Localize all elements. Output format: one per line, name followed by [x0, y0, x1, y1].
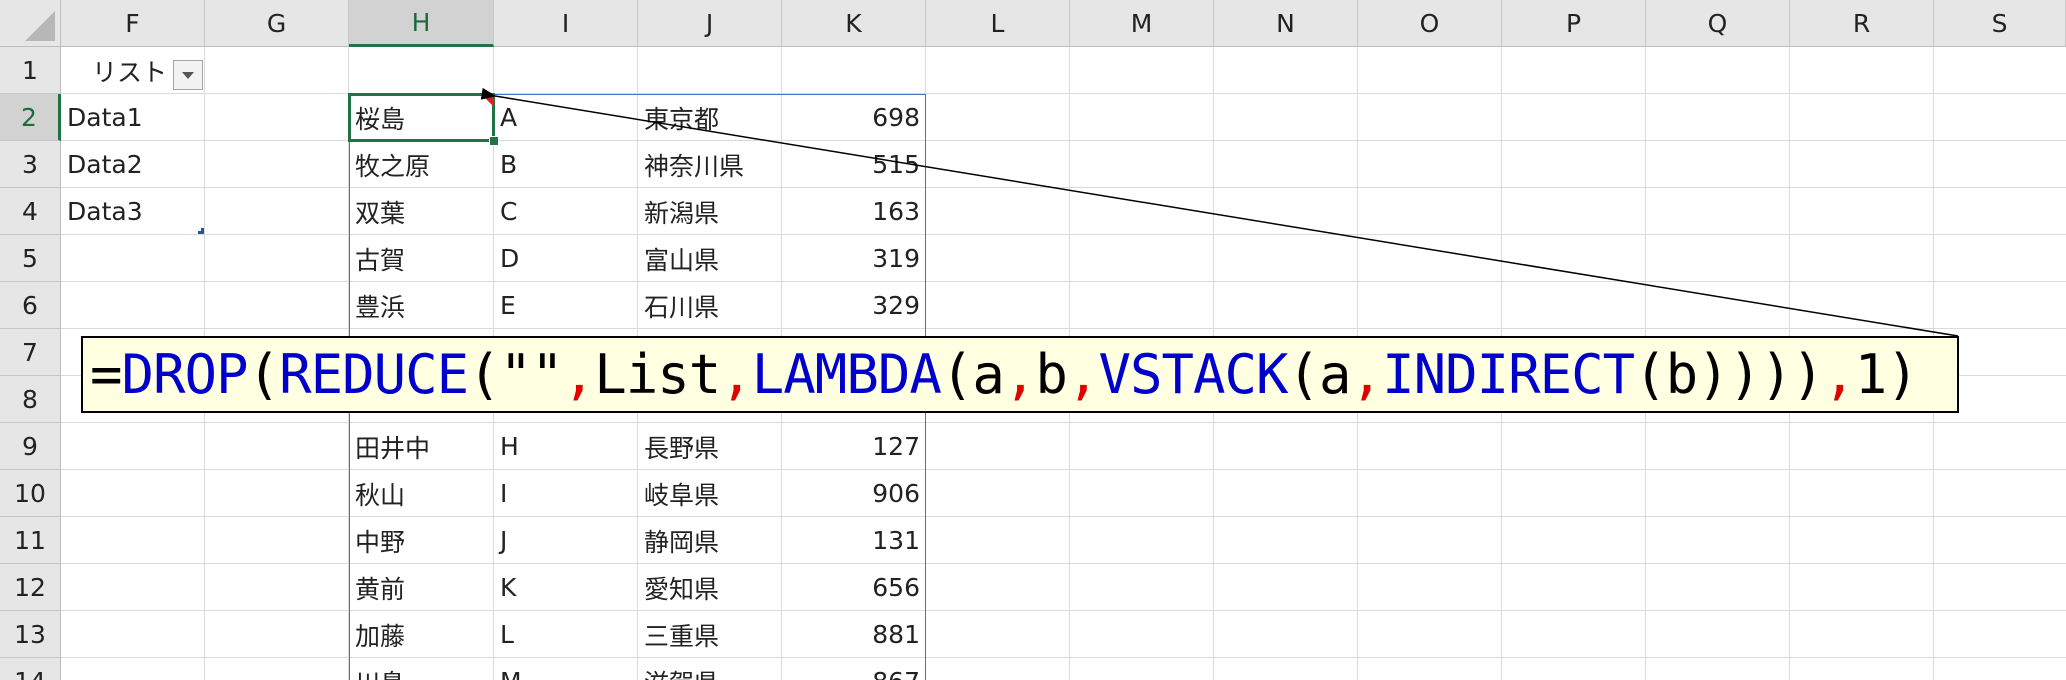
formula-token: ("" — [468, 343, 564, 406]
formula-comment-box[interactable]: =DROP(REDUCE("",List,LAMBDA(a,b,VSTACK(a… — [81, 336, 1959, 413]
formula-token: , — [1003, 343, 1037, 406]
formula-token: , — [562, 343, 596, 406]
formula-token: VSTACK — [1098, 343, 1288, 406]
formula-token: 1) — [1854, 343, 1919, 406]
formula-token: = — [90, 343, 123, 406]
formula-token: (b)))) — [1634, 343, 1824, 406]
formula-token: DROP — [121, 343, 249, 406]
formula-token: ( — [247, 343, 281, 406]
formula-token: , — [720, 343, 753, 406]
formula-text: =DROP(REDUCE("",List,LAMBDA(a,b,VSTACK(a… — [90, 343, 1919, 406]
spreadsheet-grid: FGHIJKLMNOPQRS 1234567891011121314 リスト D… — [0, 0, 2066, 680]
formula-token: , — [1823, 343, 1856, 406]
formula-token: (a — [1287, 343, 1352, 406]
formula-token: , — [1066, 343, 1100, 406]
formula-token: INDIRECT — [1382, 343, 1635, 406]
formula-token: List — [594, 343, 721, 406]
formula-token: b — [1035, 343, 1068, 406]
formula-token: REDUCE — [279, 343, 469, 406]
formula-token: (a — [940, 343, 1005, 406]
formula-token: LAMBDA — [751, 343, 942, 406]
formula-token: , — [1350, 343, 1384, 406]
